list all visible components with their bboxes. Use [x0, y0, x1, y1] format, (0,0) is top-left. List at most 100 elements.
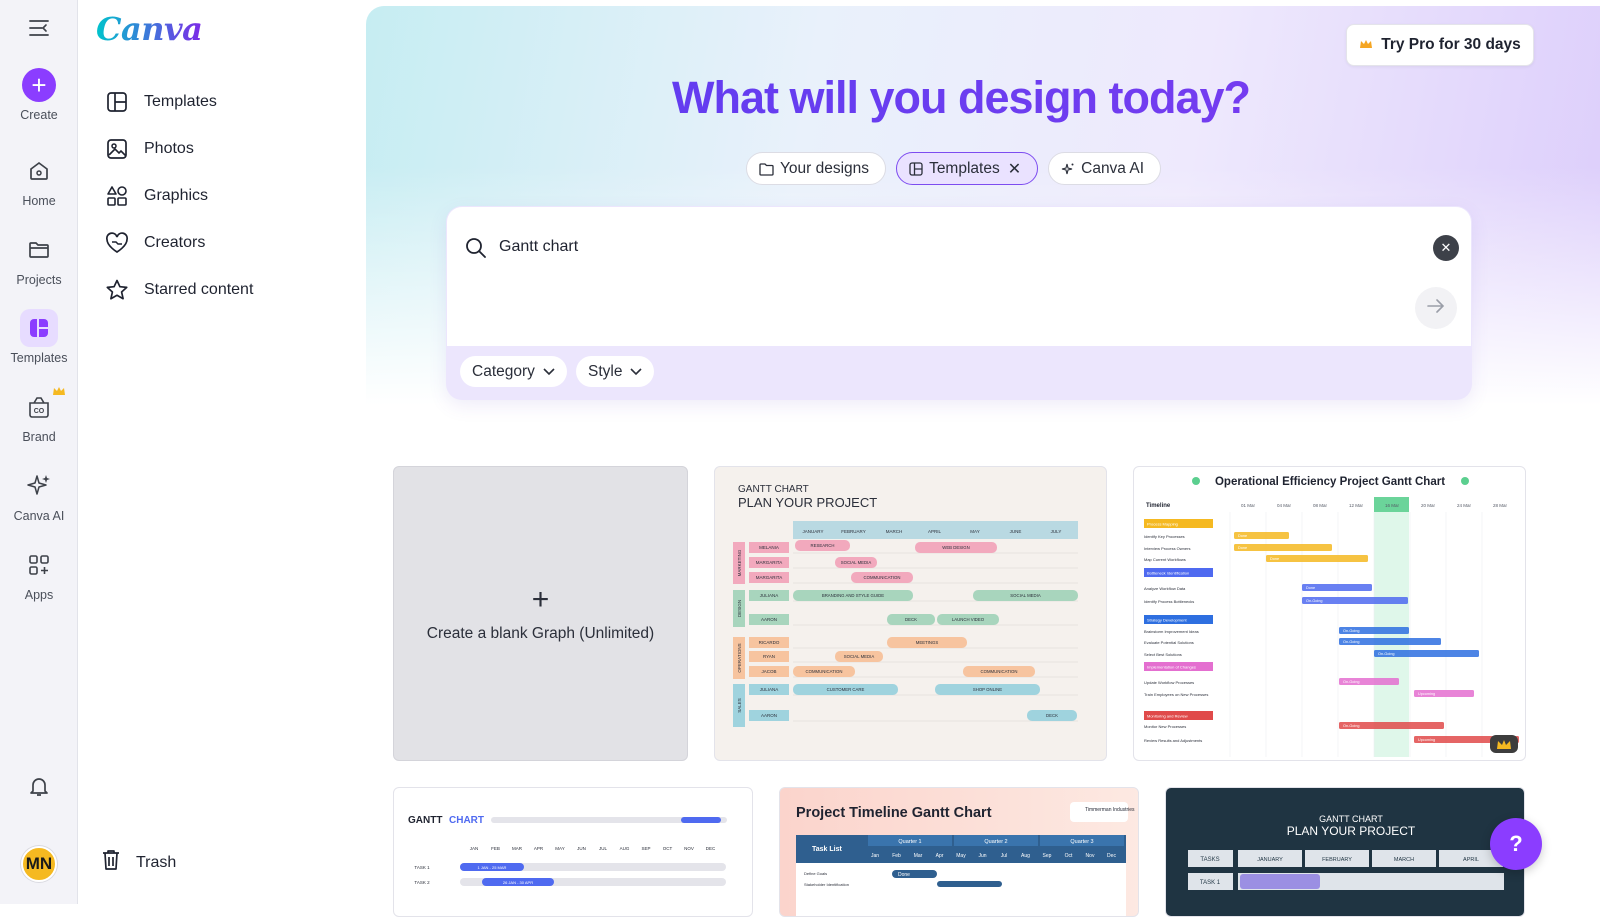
- chip-canva-ai[interactable]: Canva AI: [1048, 152, 1162, 185]
- search-input[interactable]: [499, 238, 1379, 256]
- t4-month: Aug: [1021, 853, 1030, 859]
- rail-home[interactable]: Home: [0, 152, 78, 208]
- nav-creators[interactable]: Creators: [104, 219, 344, 266]
- rail-create[interactable]: + Create: [0, 66, 78, 122]
- t3-task: TASK 2: [414, 880, 430, 885]
- t4-month: Mar: [914, 853, 923, 859]
- t2-bar: [1234, 544, 1332, 551]
- category-filter[interactable]: Category: [460, 356, 567, 387]
- t2-row-label: Interview Process Owners: [1144, 546, 1190, 551]
- rail-apps[interactable]: Apps: [0, 546, 78, 602]
- nav-photos[interactable]: Photos: [104, 125, 344, 172]
- t1-month: MAY: [970, 529, 979, 534]
- t4-month: Dec: [1107, 853, 1116, 859]
- t3-month: OCT: [663, 846, 673, 851]
- style-filter[interactable]: Style: [576, 356, 655, 387]
- crown-icon: [1359, 37, 1373, 53]
- t1-title-line1: GANTT CHART: [738, 484, 809, 495]
- t3-bar-label: 1 JAN - 25 MAR: [478, 865, 507, 870]
- side-nav: Templates Photos Graphics Creators Starr…: [104, 78, 344, 313]
- nav-starred-label: Starred content: [144, 280, 254, 298]
- t5-month: JANUARY: [1257, 857, 1283, 863]
- t4-quarter: Quarter 2: [984, 839, 1007, 845]
- chip-templates-label: Templates: [929, 159, 1000, 177]
- t4-month: Sep: [1043, 853, 1052, 859]
- template-gantt-chart-preview: GANTT CHART JAN FEB MAR APR MAY JUN JUL AUG SEP O…: [408, 815, 727, 886]
- t1-task-label: CUSTOMER CARE: [827, 687, 865, 692]
- t2-row-label: Identify Key Processes: [1144, 534, 1185, 539]
- trash-icon: [100, 848, 122, 877]
- rail-brand[interactable]: CO Brand: [0, 387, 78, 444]
- t4-bar-label: Done: [898, 872, 910, 878]
- chip-your-designs[interactable]: Your designs: [746, 152, 887, 185]
- help-button[interactable]: ?: [1490, 818, 1542, 870]
- crown-icon: [52, 384, 66, 402]
- t3-title-a: GANTT: [408, 815, 442, 826]
- template-card[interactable]: GANTT CHART PLAN YOUR PROJECT TASKS JANU…: [1165, 787, 1525, 917]
- canva-logo[interactable]: Canva: [96, 10, 203, 48]
- t2-status: On-Going: [1343, 680, 1359, 684]
- t2-status: Done: [1238, 534, 1247, 538]
- t3-month: NOV: [684, 846, 694, 851]
- t2-date: 04 Mar: [1277, 503, 1292, 508]
- t1-task-label: BRANDING AND STYLE GUIDE: [822, 593, 884, 598]
- t2-date: 12 Mar: [1349, 503, 1364, 508]
- t2-section-label: Bottleneck Identification: [1147, 571, 1189, 576]
- submit-search-button[interactable]: [1415, 287, 1457, 329]
- t2-status: Done: [1306, 586, 1315, 590]
- graphics-icon: [104, 183, 130, 209]
- t4-month: May: [956, 853, 966, 859]
- t4-month: Jul: [1001, 853, 1007, 859]
- nav-templates[interactable]: Templates: [104, 78, 344, 125]
- star-icon: [104, 277, 130, 303]
- t4-month: Apr: [936, 853, 944, 859]
- t1-task-label: SOCIAL MEDIA: [841, 560, 872, 565]
- t2-status: On-Going: [1306, 599, 1322, 603]
- create-blank-card[interactable]: + Create a blank Graph (Unlimited): [393, 466, 688, 761]
- t2-date: 28 Mar: [1493, 503, 1508, 508]
- t1-group-label: DESIGN: [737, 600, 742, 617]
- t2-date: 20 Mar: [1421, 503, 1436, 508]
- template-plan-project-dark-preview: GANTT CHART PLAN YOUR PROJECT TASKS JANU…: [1188, 814, 1504, 890]
- rail-canva-ai-label: Canva AI: [13, 509, 65, 523]
- apps-icon: [20, 546, 58, 584]
- create-blank-label: Create a blank Graph (Unlimited): [426, 624, 655, 642]
- t5-month: APRIL: [1463, 857, 1479, 863]
- t4-month: Jan: [871, 853, 879, 859]
- close-icon[interactable]: ✕: [1008, 159, 1021, 179]
- t2-title: Operational Efficiency Project Gantt Cha…: [1215, 476, 1445, 488]
- nav-trash[interactable]: Trash: [100, 848, 176, 877]
- t3-month: FEB: [491, 846, 500, 851]
- nav-graphics[interactable]: Graphics: [104, 172, 344, 219]
- template-card[interactable]: Project Timeline Gantt Chart Timmerman I…: [779, 787, 1139, 917]
- search-box: ✕ Category Style: [446, 206, 1472, 400]
- notifications-button[interactable]: [0, 767, 78, 805]
- rail-canva-ai[interactable]: Canva AI: [0, 467, 78, 523]
- try-pro-button[interactable]: Try Pro for 30 days: [1346, 24, 1534, 66]
- t1-person: JACOB: [761, 669, 776, 674]
- t1-month: JANUARY: [803, 529, 824, 534]
- template-card[interactable]: Operational Efficiency Project Gantt Cha…: [1133, 466, 1526, 761]
- search-icon: [465, 237, 487, 264]
- t3-month: DEC: [706, 846, 716, 851]
- t2-status: Upcoming: [1418, 738, 1435, 742]
- t3-month: MAR: [512, 846, 523, 851]
- template-card[interactable]: GANTT CHART PLAN YOUR PROJECT JANUARY FEB…: [714, 466, 1107, 761]
- template-operational-gantt-preview: Operational Efficiency Project Gantt Cha…: [1144, 476, 1519, 757]
- t1-group-label: SALES: [737, 698, 742, 713]
- collapse-menu-icon[interactable]: [28, 18, 50, 38]
- clear-search-button[interactable]: ✕: [1433, 235, 1459, 261]
- rail-projects[interactable]: Projects: [0, 231, 78, 287]
- rail-templates[interactable]: Templates: [0, 309, 78, 365]
- nav-starred[interactable]: Starred content: [104, 266, 344, 313]
- t5-row1: TASK 1: [1200, 880, 1221, 886]
- chip-templates[interactable]: Templates ✕: [896, 152, 1039, 185]
- t1-task-label: DECK: [905, 617, 917, 622]
- page-title: What will you design today?: [366, 72, 1556, 124]
- t1-person: JULIANA: [760, 593, 779, 598]
- avatar[interactable]: MN: [21, 846, 57, 882]
- rail-home-label: Home: [22, 194, 56, 208]
- t3-task: TASK 1: [414, 865, 430, 870]
- template-card[interactable]: GANTT CHART JAN FEB MAR APR MAY JUN JUL AUG SEP O…: [393, 787, 753, 917]
- t1-month: FEBRUARY: [841, 529, 865, 534]
